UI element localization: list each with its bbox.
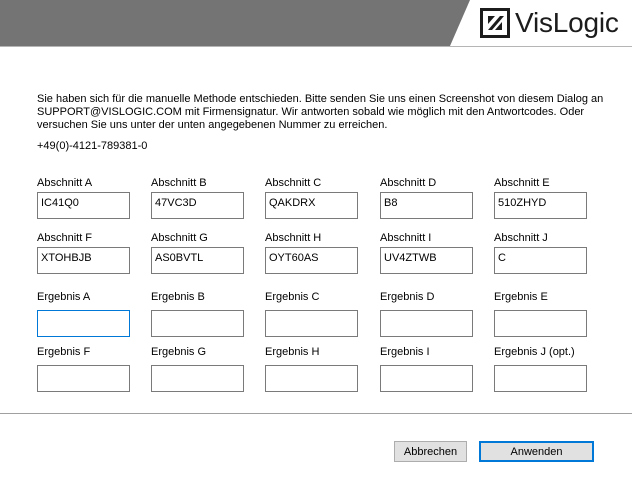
section-e-field[interactable]: 510ZHYD [494, 192, 587, 219]
section-e-label: Abschnitt E [494, 177, 550, 189]
result-g-label: Ergebnis G [151, 346, 207, 358]
instructions-text: Sie haben sich für die manuelle Methode … [37, 93, 607, 132]
section-a-field[interactable]: IC41Q0 [37, 192, 130, 219]
section-d-value: B8 [384, 197, 398, 209]
result-b-input[interactable] [151, 310, 244, 337]
result-g-input[interactable] [151, 365, 244, 392]
section-c-value: QAKDRX [269, 197, 316, 209]
result-d-input[interactable] [380, 310, 473, 337]
result-d-label: Ergebnis D [380, 291, 435, 303]
support-phone: +49(0)-4121-789381-0 [37, 140, 148, 152]
section-i-label: Abschnitt I [380, 232, 432, 244]
section-f-field[interactable]: XTOHBJB [37, 247, 130, 274]
footer-divider [0, 413, 632, 414]
section-j-value: C [498, 252, 506, 264]
section-g-label: Abschnitt G [151, 232, 208, 244]
result-i-input[interactable] [380, 365, 473, 392]
section-a-label: Abschnitt A [37, 177, 93, 189]
result-b-label: Ergebnis B [151, 291, 205, 303]
instructions-line-1: Sie haben sich für die manuelle Methode … [37, 93, 604, 105]
section-h-label: Abschnitt H [265, 232, 322, 244]
vislogic-logo-icon [480, 8, 510, 38]
section-f-value: XTOHBJB [41, 252, 92, 264]
section-j-label: Abschnitt J [494, 232, 548, 244]
section-b-value: 47VC3D [155, 197, 197, 209]
result-a-label: Ergebnis A [37, 291, 91, 303]
apply-button[interactable]: Anwenden [479, 441, 594, 462]
section-d-label: Abschnitt D [380, 177, 437, 189]
section-h-value: OYT60AS [269, 252, 319, 264]
result-h-input[interactable] [265, 365, 358, 392]
section-h-field[interactable]: OYT60AS [265, 247, 358, 274]
section-g-field[interactable]: AS0BVTL [151, 247, 244, 274]
result-f-label: Ergebnis F [37, 346, 91, 358]
section-g-value: AS0BVTL [155, 252, 204, 264]
section-b-label: Abschnitt B [151, 177, 207, 189]
section-c-label: Abschnitt C [265, 177, 322, 189]
instructions-line-3: versuchen Sie uns unter der unten angege… [37, 119, 388, 131]
result-j-input[interactable] [494, 365, 587, 392]
section-j-field[interactable]: C [494, 247, 587, 274]
logo-text: VisLogic [515, 7, 619, 38]
section-a-value: IC41Q0 [41, 197, 79, 209]
section-b-field[interactable]: 47VC3D [151, 192, 244, 219]
result-c-input[interactable] [265, 310, 358, 337]
result-e-label: Ergebnis E [494, 291, 548, 303]
section-f-label: Abschnitt F [37, 232, 93, 244]
result-f-input[interactable] [37, 365, 130, 392]
result-c-label: Ergebnis C [265, 291, 320, 303]
section-d-field[interactable]: B8 [380, 192, 473, 219]
section-i-field[interactable]: UV4ZTWB [380, 247, 473, 274]
section-e-value: 510ZHYD [498, 197, 547, 209]
section-c-field[interactable]: QAKDRX [265, 192, 358, 219]
cancel-button[interactable]: Abbrechen [394, 441, 467, 462]
instructions-line-2: SUPPORT@VISLOGIC.COM mit Firmensignatur.… [37, 106, 585, 118]
result-a-input[interactable] [37, 310, 130, 337]
vislogic-logo: VisLogic [480, 7, 619, 39]
result-e-input[interactable] [494, 310, 587, 337]
header-divider [0, 46, 632, 47]
result-h-label: Ergebnis H [265, 346, 320, 358]
result-i-label: Ergebnis I [380, 346, 430, 358]
section-i-value: UV4ZTWB [384, 252, 437, 264]
result-j-label: Ergebnis J (opt.) [494, 346, 575, 358]
